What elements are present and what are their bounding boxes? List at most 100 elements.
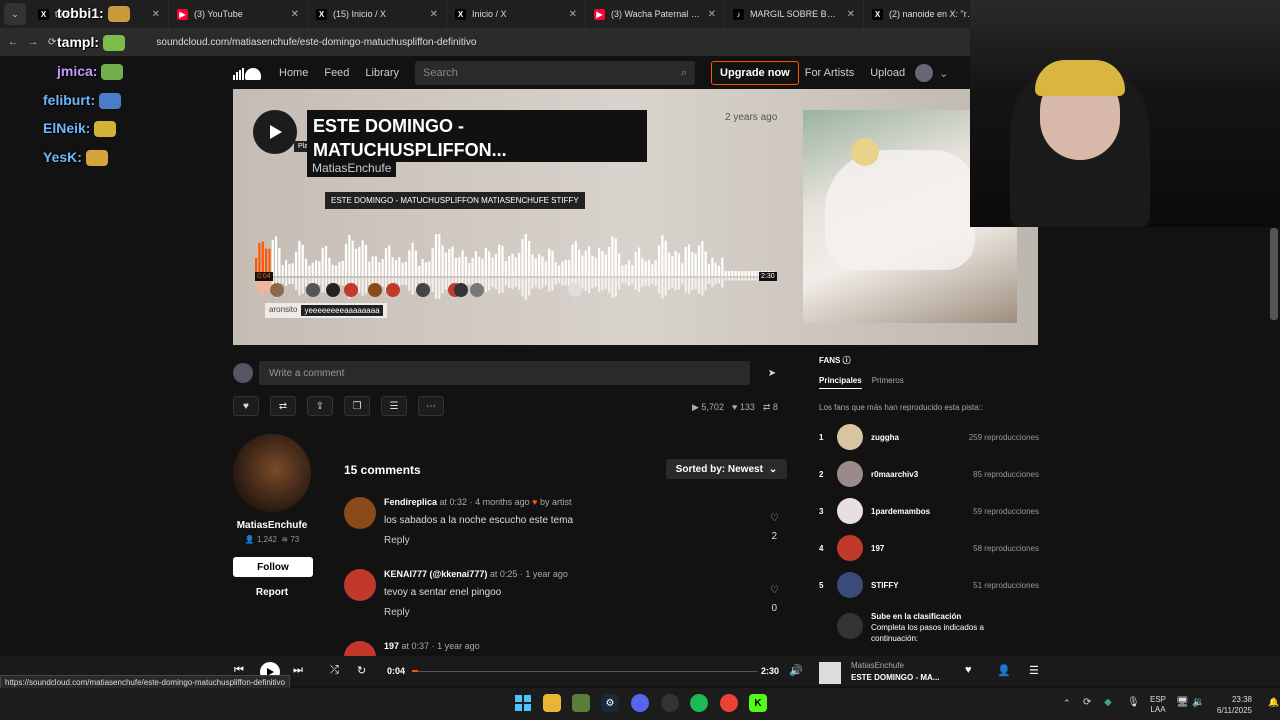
waveform-comment-avatar[interactable] xyxy=(344,283,358,297)
add-to-playlist-button[interactable]: ☰ xyxy=(381,396,407,416)
chrome-icon[interactable] xyxy=(720,694,738,712)
repost-button[interactable]: ⇄ xyxy=(270,396,296,416)
close-icon[interactable]: ✕ xyxy=(708,9,716,20)
nav-home[interactable]: Home xyxy=(279,67,308,79)
fan-name[interactable]: r0maarchiv3 xyxy=(871,470,973,479)
back-icon[interactable]: ← xyxy=(8,37,18,48)
report-button[interactable]: Report xyxy=(233,587,311,598)
tab-search-button[interactable]: ⌄ xyxy=(4,3,26,25)
comment-timestamp[interactable]: 0:25 xyxy=(500,569,518,579)
player-progress-track[interactable] xyxy=(412,671,757,672)
waveform-comment-avatar[interactable] xyxy=(416,283,430,297)
close-icon[interactable]: ✕ xyxy=(291,9,299,20)
waveform-comment-avatar[interactable] xyxy=(568,283,582,297)
fan-avatar[interactable] xyxy=(837,424,863,450)
tab-1[interactable]: ▶ (3) YouTube ✕ xyxy=(169,0,308,28)
follow-button[interactable]: Follow xyxy=(233,557,313,577)
reply-button[interactable]: Reply xyxy=(384,535,410,546)
obs-icon[interactable] xyxy=(661,694,679,712)
fan-name[interactable]: 197 xyxy=(871,544,973,553)
waveform-comment-avatar[interactable] xyxy=(306,283,320,297)
notification-icon[interactable]: 🔔 xyxy=(1268,697,1279,708)
copy-link-button[interactable]: ❐ xyxy=(344,396,370,416)
steam-icon[interactable]: ⚙ xyxy=(601,694,619,712)
soundcloud-logo-icon[interactable] xyxy=(233,66,263,80)
fan-name[interactable]: 1pardemambos xyxy=(871,507,973,516)
comment-avatar[interactable] xyxy=(344,497,376,529)
shuffle-icon[interactable]: ⤮ xyxy=(330,664,339,677)
waveform-comment-avatar[interactable] xyxy=(386,283,400,297)
minecraft-icon[interactable] xyxy=(572,694,590,712)
fan-avatar[interactable] xyxy=(837,498,863,524)
player-like-icon[interactable]: ♥ xyxy=(965,664,972,676)
waveform-comment-avatar[interactable] xyxy=(326,283,340,297)
tab-3[interactable]: X Inicio / X ✕ xyxy=(447,0,586,28)
nav-library[interactable]: Library xyxy=(365,67,399,79)
share-button[interactable]: ⇪ xyxy=(307,396,333,416)
fan-row[interactable]: 5 STIFFY 51 reproducciones xyxy=(819,572,1039,598)
track-artist[interactable]: MatiasEnchufe xyxy=(307,159,397,177)
comment-user[interactable]: 197 xyxy=(384,641,399,651)
close-icon[interactable]: ✕ xyxy=(152,9,160,20)
uploader-name[interactable]: MatiasEnchufe xyxy=(233,520,311,531)
user-avatar[interactable] xyxy=(915,64,934,82)
file-explorer-icon[interactable] xyxy=(543,694,561,712)
tray-volume-icon[interactable]: 🔉 xyxy=(1192,697,1204,708)
reload-icon[interactable]: ⟳ xyxy=(48,37,56,48)
fan-avatar[interactable] xyxy=(837,572,863,598)
fan-name[interactable]: STIFFY xyxy=(871,581,973,590)
tab-5[interactable]: ♪ MARGIL SOBRE BAULO Y ✕ xyxy=(725,0,864,28)
tray-shield-icon[interactable]: ◆ xyxy=(1104,697,1112,708)
spotify-icon[interactable] xyxy=(690,694,708,712)
tray-mic-icon[interactable]: 🎙 xyxy=(1127,697,1140,708)
send-icon[interactable]: ➤ xyxy=(756,361,788,385)
nav-feed[interactable]: Feed xyxy=(324,67,349,79)
kick-icon[interactable]: K xyxy=(749,694,767,712)
tab-primeros[interactable]: Primeros xyxy=(872,376,904,389)
forward-icon[interactable]: → xyxy=(28,37,38,48)
tab-principales[interactable]: Principales xyxy=(819,376,862,389)
uploader-avatar[interactable] xyxy=(233,434,311,512)
fan-name[interactable]: zuggha xyxy=(871,433,969,442)
fan-row[interactable]: 4 197 58 reproducciones xyxy=(819,535,1039,561)
comment-timestamp[interactable]: 0:37 xyxy=(412,641,430,651)
player-cover[interactable] xyxy=(819,662,841,684)
volume-icon[interactable]: 🔊 xyxy=(789,664,803,677)
fan-avatar[interactable] xyxy=(837,535,863,561)
fan-avatar[interactable] xyxy=(837,461,863,487)
tray-network-icon[interactable]: 🖥 xyxy=(1176,697,1189,708)
upload-link[interactable]: Upload xyxy=(870,67,905,79)
comment-like-icon[interactable]: ♡ xyxy=(770,585,779,596)
language-indicator[interactable]: ESP LAA xyxy=(1150,695,1166,715)
waveform[interactable] xyxy=(255,234,775,300)
close-icon[interactable]: ✕ xyxy=(430,9,438,20)
fan-row[interactable]: 2 r0maarchiv3 85 reproducciones xyxy=(819,461,1039,487)
player-artist[interactable]: MatiasEnchufe xyxy=(851,661,904,670)
comment-like-icon[interactable]: ♡ xyxy=(770,513,779,524)
waveform-comment-avatar[interactable] xyxy=(454,283,468,297)
fan-row[interactable]: 3 1pardemambos 59 reproducciones xyxy=(819,498,1039,524)
clock[interactable]: 23:38 6/11/2025 xyxy=(1210,694,1252,716)
comment-user[interactable]: Fendireplica xyxy=(384,497,437,507)
fan-row[interactable]: 1 zuggha 259 reproducciones xyxy=(819,424,1039,450)
comment-avatar[interactable] xyxy=(344,569,376,601)
search-input[interactable]: Search ⌕ xyxy=(415,61,696,85)
discord-icon[interactable] xyxy=(631,694,649,712)
queue-icon[interactable]: ☰ xyxy=(1029,664,1039,677)
url-field[interactable]: soundcloud.com/matiasenchufe/este-doming… xyxy=(156,37,476,48)
tray-sync-icon[interactable]: ⟳ xyxy=(1083,697,1091,708)
for-artists-link[interactable]: For Artists xyxy=(805,67,855,79)
close-icon[interactable]: ✕ xyxy=(847,9,855,20)
player-title[interactable]: ESTE DOMINGO - MA... xyxy=(851,673,939,682)
repeat-icon[interactable]: ↻ xyxy=(357,664,366,677)
comment-timestamp[interactable]: 0:32 xyxy=(450,497,468,507)
follow-user-icon[interactable]: 👤 xyxy=(997,664,1011,677)
next-icon[interactable]: ⏭ xyxy=(293,664,303,677)
more-button[interactable]: ⋯ xyxy=(418,396,444,416)
search-icon[interactable]: ⌕ xyxy=(681,67,687,80)
tab-4[interactable]: ▶ (3) Wacha Paternal - YouT ✕ xyxy=(586,0,725,28)
waveform-comment-avatar[interactable] xyxy=(368,283,382,297)
comment-input[interactable]: Write a comment xyxy=(259,361,750,385)
sort-dropdown[interactable]: Sorted by: Newest ⌄ xyxy=(666,459,787,479)
upgrade-button[interactable]: Upgrade now xyxy=(711,61,799,85)
